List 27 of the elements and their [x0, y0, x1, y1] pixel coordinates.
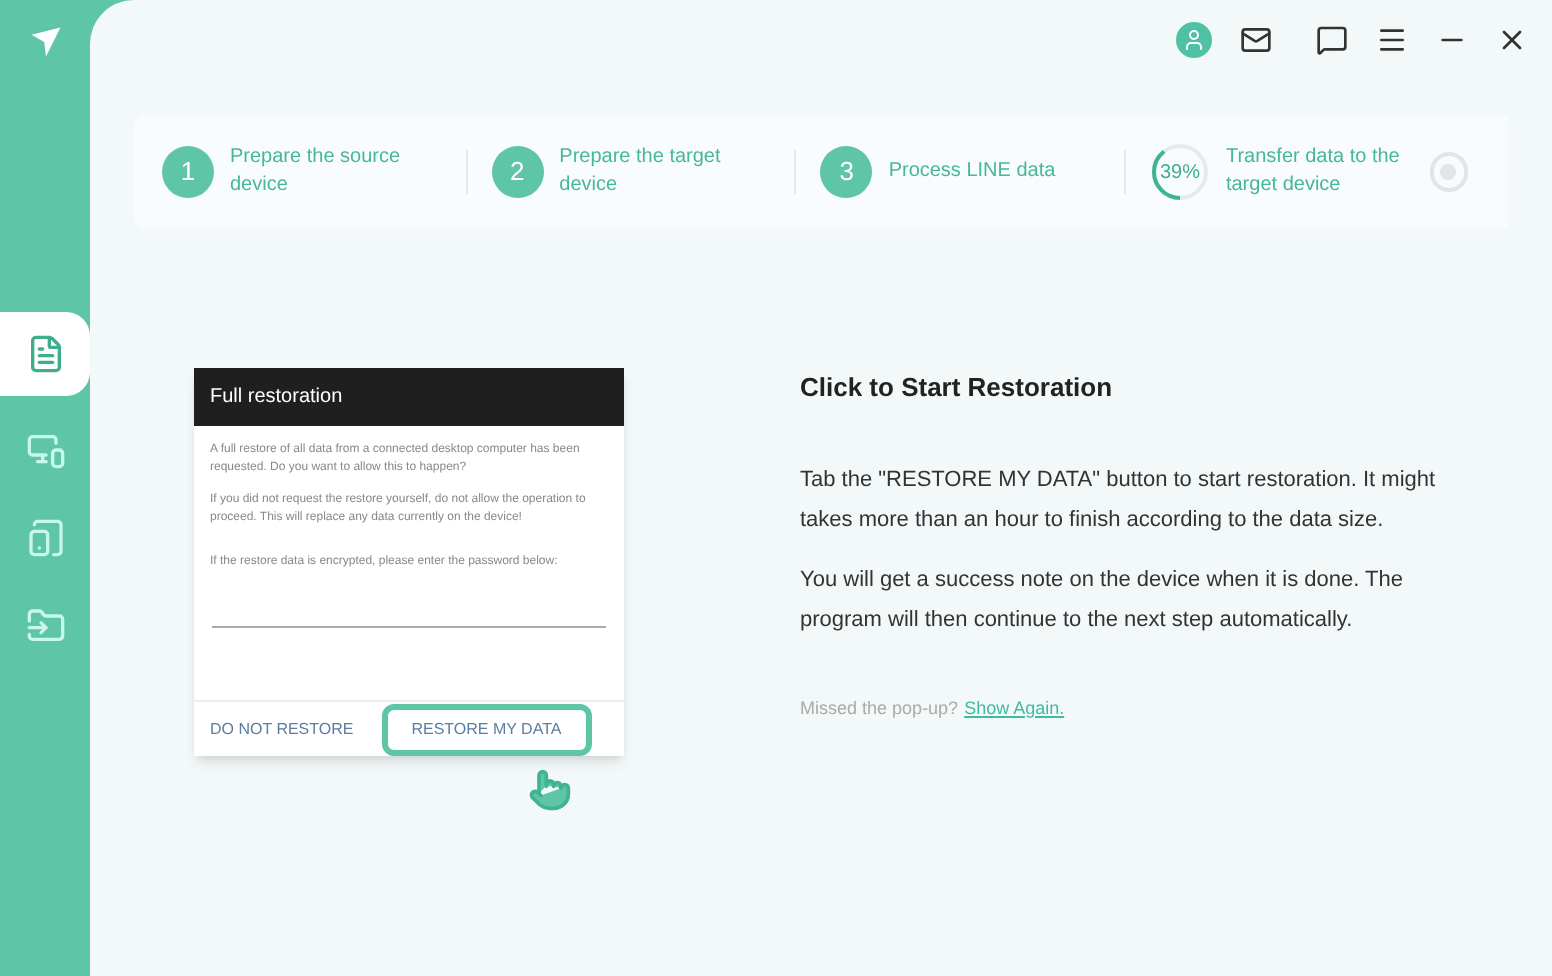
account-icon[interactable]: [1176, 22, 1212, 58]
step-label: Prepare the source device: [230, 144, 403, 200]
chat-icon[interactable]: [1316, 24, 1348, 56]
instructions-title: Click to Start Restoration: [800, 370, 1115, 406]
dialog-button[interactable]: RESTORE MY DATA: [381, 703, 592, 755]
document-icon: [25, 334, 65, 374]
menu-icon[interactable]: [1376, 24, 1408, 56]
phone-icon: [25, 518, 65, 558]
dialog-button[interactable]: DO NOT RESTORE: [210, 717, 354, 741]
mail-icon[interactable]: [1240, 24, 1272, 56]
logo-icon: [27, 24, 63, 60]
step-number: 1: [162, 146, 214, 198]
show-again-link[interactable]: Show Again.: [964, 695, 1065, 722]
hint-text: Missed the pop-up?: [800, 695, 959, 722]
instructions-text: Tab the "RESTORE MY DATA" button to start restoration. It might takes more than an hour to finish according to the data size.: [800, 465, 1438, 535]
step-label: Transfer data to the target device: [1225, 144, 1402, 200]
sidebar-item[interactable]: [0, 312, 90, 396]
instructions-text: You will get a success note on the device when it is done. The program will then continue to the next step automatically.: [800, 565, 1405, 635]
monitor-icon: [25, 430, 65, 470]
hand-pointer-icon: [528, 768, 572, 812]
step-label: Process LINE data: [888, 158, 1058, 186]
folder-icon: [25, 606, 65, 646]
step-label: Prepare the target device: [559, 144, 723, 200]
step-number: 3: [820, 146, 873, 198]
step-number: 2: [491, 146, 544, 198]
progress-ring: 39%: [1149, 142, 1210, 202]
dialog-title: Full restoration: [194, 368, 624, 426]
